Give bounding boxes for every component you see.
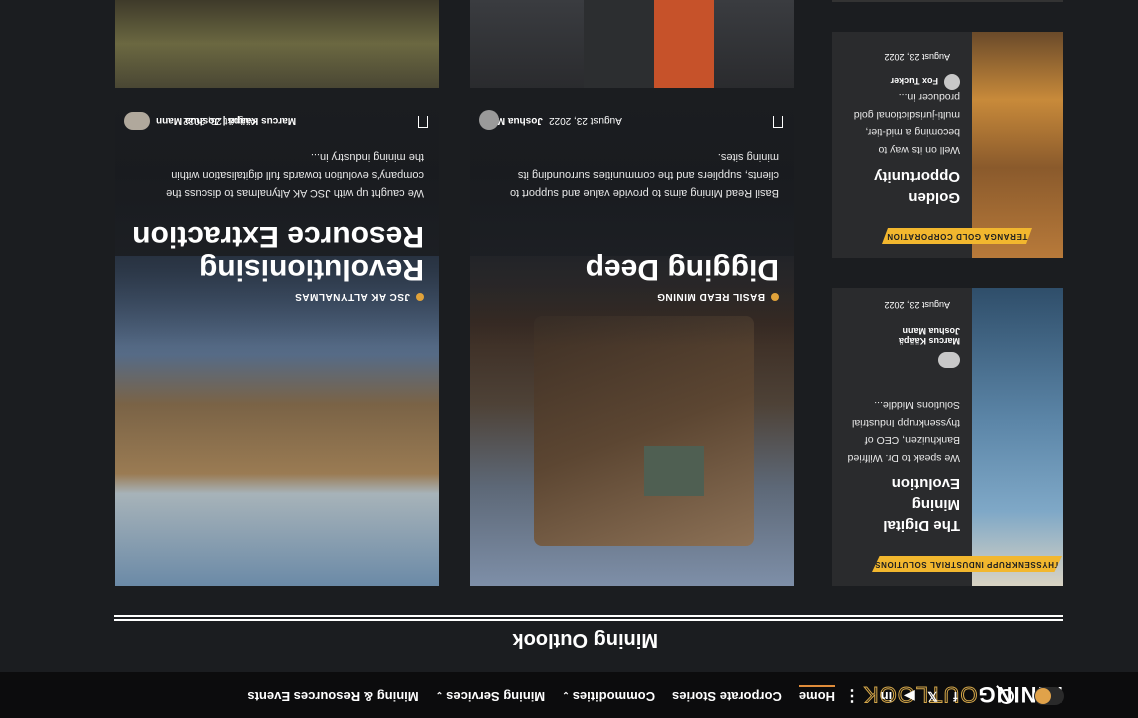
- side-article-excerpt: Well on its way to becoming a mid-tier, …: [853, 91, 960, 157]
- facebook-icon[interactable]: f: [948, 688, 963, 704]
- article-card-body: JSC AK ALTYNALMAS Revolutionising Resour…: [115, 100, 439, 346]
- article-image-partial[interactable]: [470, 0, 794, 88]
- side-article-text: TERANGA GOLD CORPORATION Golden Opportun…: [832, 32, 972, 258]
- side-article-image: [972, 288, 1063, 586]
- avatar: [938, 352, 960, 368]
- search-icon[interactable]: [999, 689, 1014, 704]
- truck-graphic: [534, 316, 754, 546]
- top-navigation: MININGOUTLOOK Home Corporate Stories Com…: [0, 672, 1138, 718]
- avatar: [944, 74, 960, 90]
- category-badge[interactable]: TERANGA GOLD CORPORATION: [882, 228, 1032, 244]
- category-dot-icon: [416, 292, 424, 301]
- article-card[interactable]: BASIL READ MINING Digging Deep Basil Rea…: [470, 100, 794, 586]
- section-divider: [114, 615, 1063, 617]
- side-article-excerpt: We speak to Dr. Wilfried Bankhuizen, CEO…: [847, 399, 960, 465]
- truck-cab-graphic: [644, 446, 704, 496]
- side-article-image: [972, 32, 1063, 258]
- author-name: Joshua Mann: [902, 326, 960, 336]
- nav-label-commodities: Commodities: [572, 689, 656, 704]
- social-links: f 𝕏 ▶ in: [879, 688, 963, 704]
- linkedin-icon[interactable]: in: [879, 688, 894, 704]
- article-image-partial[interactable]: [115, 0, 439, 88]
- article-category[interactable]: BASIL READ MINING: [657, 291, 779, 302]
- side-article-card[interactable]: TERANGA GOLD CORPORATION Golden Opportun…: [832, 32, 1063, 258]
- nav-label-mining-services: Mining Services: [446, 689, 546, 704]
- article-date: August 23, 2022: [549, 115, 622, 126]
- side-article-date: August 23, 2022: [884, 52, 950, 62]
- twitter-icon[interactable]: 𝕏: [925, 688, 940, 704]
- side-article-title[interactable]: Golden Opportunity: [840, 166, 960, 208]
- chevron-down-icon: ⌄: [435, 690, 444, 700]
- article-card[interactable]: JSC AK ALTYNALMAS Revolutionising Resour…: [115, 100, 439, 586]
- main-menu: Home Corporate Stories Commodities⌄ Mini…: [247, 689, 835, 704]
- side-article-authors[interactable]: Marcus Kääpä Joshua Mann: [899, 326, 960, 346]
- nav-item-commodities[interactable]: Commodities⌄: [562, 689, 655, 704]
- author-name: Marcus Kääpä: [898, 336, 960, 346]
- theme-toggle[interactable]: [1034, 687, 1064, 705]
- avatar: [479, 110, 499, 130]
- category-label: BASIL READ MINING: [656, 291, 765, 302]
- article-meta: August 23, 2022 Joshua Mann: [479, 110, 779, 130]
- side-article-title[interactable]: The Digital Mining Evolution: [840, 473, 960, 536]
- side-article-card[interactable]: THYSSENKRUPP INDUSTRIAL SOLUTIONS The Di…: [832, 288, 1063, 586]
- nav-item-mining-services[interactable]: Mining Services⌄: [436, 689, 546, 704]
- article-card-body: BASIL READ MINING Digging Deep Basil Rea…: [470, 100, 794, 346]
- chevron-down-icon: ⌄: [562, 690, 570, 700]
- category-label: JSC AK ALTYNALMAS: [294, 291, 410, 302]
- nav-item-home[interactable]: Home: [799, 689, 835, 704]
- previous-card-edge: [832, 0, 1063, 2]
- category-dot-icon: [771, 292, 779, 301]
- bookmark-icon[interactable]: [773, 116, 783, 128]
- nav-item-corporate-stories[interactable]: Corporate Stories: [672, 689, 782, 704]
- section-title: Mining Outlook: [512, 629, 658, 651]
- nav-item-events[interactable]: Mining & Resources Events: [247, 689, 418, 704]
- article-title[interactable]: Revolutionising Resource Extraction: [124, 220, 424, 286]
- youtube-icon[interactable]: ▶: [902, 688, 917, 704]
- section-divider: [114, 619, 1063, 621]
- more-menu-icon[interactable]: ⋮: [844, 686, 860, 706]
- side-article-text: THYSSENKRUPP INDUSTRIAL SOLUTIONS The Di…: [832, 288, 972, 586]
- article-excerpt: Basil Read Mining aims to provide value …: [509, 151, 779, 199]
- avatar: [124, 112, 150, 130]
- article-category[interactable]: JSC AK ALTYNALMAS: [295, 291, 424, 302]
- article-authors[interactable]: Marcus Kääpä | Joshua Mann: [156, 115, 296, 126]
- article-title[interactable]: Digging Deep: [479, 253, 779, 286]
- category-badge[interactable]: THYSSENKRUPP INDUSTRIAL SOLUTIONS: [872, 556, 1062, 572]
- article-meta: August 23, 2022 Marcus Kääpä | Joshua Ma…: [124, 110, 424, 130]
- image-detail: [654, 0, 714, 88]
- page: MININGOUTLOOK Home Corporate Stories Com…: [0, 0, 1138, 718]
- side-article-date: August 23, 2022: [884, 300, 950, 310]
- side-article-author[interactable]: Fox Tucker: [891, 76, 938, 86]
- image-detail: [584, 0, 654, 88]
- bookmark-icon[interactable]: [418, 116, 428, 128]
- article-excerpt: We caught up with JSC AK Altynalmas to d…: [166, 151, 424, 199]
